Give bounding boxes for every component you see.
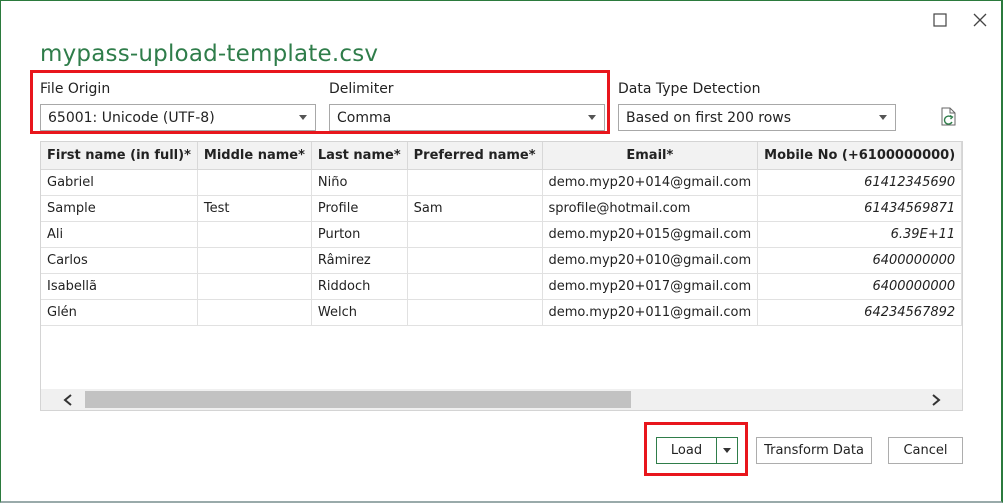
table-cell: Purton [311, 221, 408, 248]
table-cell [961, 299, 962, 326]
table-cell [197, 247, 312, 274]
table-cell [197, 299, 312, 326]
table-cell: 6400000000 [757, 247, 962, 274]
table-cell: Râmirez [311, 247, 408, 274]
table-cell: sprofile@hotmail.com [542, 195, 759, 222]
table-cell: Sam [407, 195, 543, 222]
data-type-detection-select[interactable]: Based on first 200 rows [618, 104, 896, 131]
table-cell [961, 169, 962, 196]
table-cell [197, 169, 312, 196]
table-cell: 61434569871 [757, 195, 962, 222]
table-cell: Welch [311, 299, 408, 326]
column-header[interactable]: Last name* [311, 142, 408, 170]
table-cell [407, 221, 543, 248]
table-cell: Gabriel [41, 169, 198, 196]
column-header[interactable]: Mobile No (+6100000000) [757, 142, 962, 170]
column-header[interactable]: First name (in full)* [41, 142, 198, 170]
column-header[interactable]: Email* [542, 142, 759, 170]
chevron-down-icon [588, 115, 596, 120]
table-cell [197, 273, 312, 300]
close-icon[interactable] [969, 9, 991, 31]
load-dropdown-button[interactable] [716, 437, 738, 464]
table-cell [961, 195, 962, 222]
table-row: Carlos Râmirez demo.myp20+010@gmail.com … [41, 247, 962, 274]
preview-table: First name (in full)* Middle name* Last … [40, 141, 963, 411]
table-cell: 6.39E+11 [757, 221, 962, 248]
table-cell [961, 273, 962, 300]
table-cell [407, 247, 543, 274]
chevron-right-icon[interactable] [927, 391, 945, 408]
table-cell: Niño [311, 169, 408, 196]
column-header[interactable]: Preferred name* [407, 142, 543, 170]
table-cell [961, 247, 962, 274]
column-header[interactable]: Middle name* [197, 142, 312, 170]
chevron-down-icon [723, 448, 731, 453]
data-type-detection-label: Data Type Detection [618, 81, 761, 97]
table-row: Sample Test Profile Sam sprofile@hotmail… [41, 195, 962, 222]
load-button[interactable]: Load [656, 437, 716, 464]
scrollbar-thumb[interactable] [85, 391, 631, 408]
table-cell [407, 299, 543, 326]
table-row: Gabriel Niño demo.myp20+014@gmail.com 61… [41, 169, 962, 196]
table-cell [961, 221, 962, 248]
maximize-icon[interactable] [929, 9, 951, 31]
delimiter-value: Comma [337, 110, 392, 126]
chevron-down-icon [879, 115, 887, 120]
table-cell [197, 221, 312, 248]
file-origin-label: File Origin [40, 81, 111, 97]
table-cell: demo.myp20+014@gmail.com [542, 169, 759, 196]
table-cell [407, 169, 543, 196]
table-cell: Isabellã [41, 273, 198, 300]
file-origin-value: 65001: Unicode (UTF-8) [48, 110, 215, 126]
table-row: Ali Purton demo.myp20+015@gmail.com 6.39… [41, 221, 962, 248]
table-cell: 64234567892 [757, 299, 962, 326]
table-cell: Glén [41, 299, 198, 326]
table-cell: 6400000000 [757, 273, 962, 300]
table-cell [407, 273, 543, 300]
table-cell: demo.myp20+011@gmail.com [542, 299, 759, 326]
table-cell: Test [197, 195, 312, 222]
transform-data-button[interactable]: Transform Data [756, 437, 872, 464]
table-cell: demo.myp20+010@gmail.com [542, 247, 759, 274]
table-cell: Profile [311, 195, 408, 222]
table-row: Isabellã Riddoch demo.myp20+017@gmail.co… [41, 273, 962, 300]
table-header-row: First name (in full)* Middle name* Last … [41, 142, 962, 170]
chevron-down-icon [299, 115, 307, 120]
file-origin-select[interactable]: 65001: Unicode (UTF-8) [40, 104, 316, 131]
dialog-title: mypass-upload-template.csv [40, 41, 379, 67]
column-header[interactable]: D [961, 142, 962, 170]
cancel-button[interactable]: Cancel [888, 437, 963, 464]
horizontal-scrollbar[interactable] [41, 389, 962, 410]
chevron-left-icon[interactable] [59, 391, 77, 408]
table-cell: 61412345690 [757, 169, 962, 196]
delimiter-select[interactable]: Comma [329, 104, 605, 131]
table-cell: Sample [41, 195, 198, 222]
data-type-detection-value: Based on first 200 rows [626, 110, 792, 126]
table-cell: demo.myp20+017@gmail.com [542, 273, 759, 300]
table-cell: Riddoch [311, 273, 408, 300]
table-cell: Ali [41, 221, 198, 248]
csv-import-dialog: mypass-upload-template.csv File Origin 6… [0, 0, 1003, 503]
delimiter-label: Delimiter [329, 81, 394, 97]
refresh-file-icon[interactable] [938, 106, 960, 128]
table-cell: demo.myp20+015@gmail.com [542, 221, 759, 248]
table-row: Glén Welch demo.myp20+011@gmail.com 6423… [41, 299, 962, 326]
table-cell: Carlos [41, 247, 198, 274]
